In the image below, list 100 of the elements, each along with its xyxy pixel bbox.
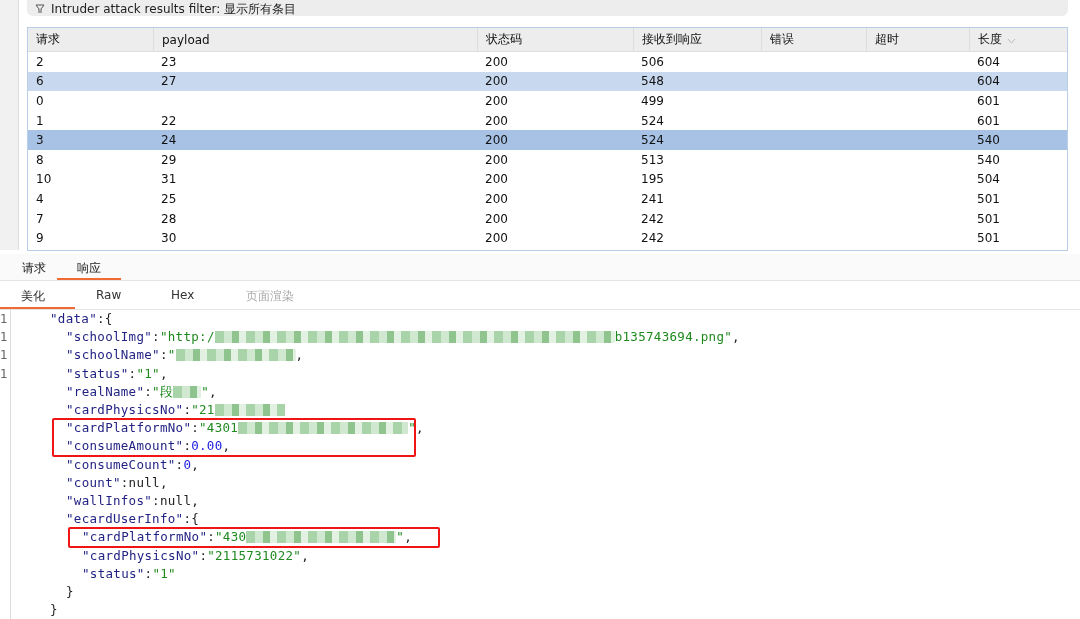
json-string: " bbox=[408, 421, 416, 436]
tab[interactable]: 请求 bbox=[11, 254, 57, 280]
view-tab[interactable]: Hex bbox=[150, 281, 225, 309]
json-punctuation: : bbox=[199, 548, 208, 563]
table-cell-text: 242 bbox=[640, 211, 665, 226]
column-header[interactable]: 请求 bbox=[28, 28, 153, 51]
table-cell-text: 27 bbox=[160, 74, 178, 89]
json-punctuation: : bbox=[152, 330, 160, 345]
json-punctuation: :null, bbox=[152, 493, 200, 508]
table-cell-text: 7 bbox=[35, 211, 45, 226]
json-key: "count" bbox=[66, 475, 121, 490]
table-cell-text: 501 bbox=[976, 231, 1001, 246]
line-number: 1 bbox=[0, 365, 9, 383]
table-cell-text: 8 bbox=[35, 152, 45, 167]
table-row[interactable]: 0 200 499 601 bbox=[28, 91, 1067, 111]
json-punctuation: , bbox=[295, 348, 304, 363]
json-punctuation: : bbox=[183, 403, 192, 418]
table-cell-text: 3 bbox=[35, 133, 45, 148]
column-header[interactable]: 超时 bbox=[866, 28, 969, 51]
table-cell-text: 540 bbox=[976, 133, 1001, 148]
table-row[interactable]: 9 30 200 242 501 bbox=[28, 228, 1067, 248]
table-cell-text: 31 bbox=[160, 172, 178, 187]
json-key: "cardPhysicsNo" bbox=[82, 548, 200, 563]
json-number: 0 bbox=[183, 457, 192, 472]
table-row[interactable]: 4 25 200 241 501 bbox=[28, 189, 1067, 209]
json-string: "1" bbox=[152, 566, 176, 581]
column-header[interactable]: 长度 bbox=[969, 28, 1067, 51]
table-cell-text: 4 bbox=[35, 191, 45, 206]
table-cell-text: 242 bbox=[640, 231, 665, 246]
table-row[interactable]: 10 31 200 195 504 bbox=[28, 169, 1067, 190]
json-punctuation: : bbox=[159, 348, 168, 363]
pixelated-redaction bbox=[214, 404, 285, 417]
column-header[interactable]: 状态码 bbox=[477, 28, 633, 51]
json-key: "data" bbox=[50, 312, 97, 327]
table-cell-text: 9 bbox=[35, 231, 45, 246]
column-header[interactable]: 接收到响应 bbox=[633, 28, 761, 51]
table-cell-text: 200 bbox=[484, 94, 509, 108]
json-punctuation: , bbox=[159, 366, 168, 381]
json-punctuation: , bbox=[404, 530, 412, 545]
table-cell-text: 501 bbox=[976, 211, 1001, 226]
json-string: "4301 bbox=[199, 421, 239, 436]
json-key: "schoolImg" bbox=[66, 330, 153, 345]
table-cell-text: 548 bbox=[640, 74, 665, 89]
table-cell-text: 601 bbox=[976, 113, 1001, 128]
json-punctuation: :{ bbox=[96, 312, 113, 327]
json-number: 0.00 bbox=[191, 439, 223, 454]
json-punctuation: : bbox=[144, 566, 153, 581]
table-row[interactable]: 1 22 200 524 601 bbox=[28, 110, 1067, 131]
json-punctuation: , bbox=[191, 457, 200, 472]
table-cell-text: 501 bbox=[976, 191, 1001, 206]
table-cell-text: 10 bbox=[35, 172, 53, 187]
table-cell-text: 25 bbox=[160, 191, 178, 206]
json-punctuation: , bbox=[416, 421, 424, 436]
table-cell-text: 23 bbox=[160, 54, 178, 69]
json-string: "http:/ bbox=[159, 330, 215, 345]
column-header[interactable]: payload bbox=[153, 28, 477, 51]
table-cell-text: 28 bbox=[160, 211, 178, 226]
table-cell-text: 524 bbox=[640, 113, 665, 128]
table-cell-text: 200 bbox=[484, 172, 509, 187]
json-key: "realName" bbox=[66, 384, 145, 399]
table-cell-text: 200 bbox=[484, 211, 509, 226]
table-row[interactable]: 3 24 200 524 540 bbox=[28, 130, 1067, 150]
filter-icon bbox=[35, 4, 45, 14]
json-string: "2115731022" bbox=[207, 548, 302, 563]
json-key: "consumeAmount" bbox=[66, 439, 184, 454]
json-punctuation: } bbox=[66, 584, 74, 599]
table-cell-text: 200 bbox=[484, 113, 509, 128]
tab[interactable]: 响应 bbox=[57, 254, 121, 280]
table-cell-text: 200 bbox=[484, 133, 509, 148]
table-cell-text: 200 bbox=[484, 74, 509, 89]
filter-bar[interactable]: Intruder attack results filter: 显示所有条目 bbox=[27, 0, 1068, 16]
table-row[interactable]: 6 27 200 548 604 bbox=[28, 71, 1067, 92]
json-punctuation: : bbox=[207, 530, 216, 545]
table-cell-text: 200 bbox=[484, 54, 509, 69]
json-key: "cardPhysicsNo" bbox=[66, 403, 184, 418]
table-cell-text: 195 bbox=[640, 172, 665, 187]
json-punctuation: :{ bbox=[183, 512, 200, 527]
table-cell-text: 513 bbox=[640, 152, 665, 167]
json-punctuation: :null, bbox=[120, 475, 168, 490]
table-cell-text: 1 bbox=[35, 113, 45, 128]
table-cell-text: 6 bbox=[35, 74, 45, 89]
table-cell-text: 241 bbox=[640, 191, 665, 206]
table-row[interactable]: 8 29 200 513 540 bbox=[28, 149, 1067, 170]
view-tab[interactable]: 美化 bbox=[0, 281, 75, 309]
table-cell-text: 200 bbox=[484, 231, 509, 246]
table-row[interactable]: 7 28 200 242 501 bbox=[28, 208, 1067, 229]
table-cell-text: 506 bbox=[640, 54, 665, 69]
table-cell-text: 30 bbox=[160, 231, 178, 246]
table-cell-text: 604 bbox=[976, 54, 1001, 69]
line-number: 1 bbox=[0, 329, 9, 347]
table-row[interactable]: 2 23 200 506 604 bbox=[28, 52, 1067, 72]
json-string: " bbox=[201, 384, 210, 399]
json-key: "schoolName" bbox=[66, 348, 160, 363]
json-key: "wallInfos" bbox=[66, 493, 153, 508]
filter-label: Intruder attack results filter: 显示所有条目 bbox=[51, 2, 297, 16]
json-punctuation: , bbox=[732, 330, 740, 345]
json-punctuation: : bbox=[128, 366, 137, 381]
column-header[interactable]: 错误 bbox=[761, 28, 866, 51]
json-punctuation: : bbox=[191, 421, 200, 436]
view-tab[interactable]: Raw bbox=[75, 281, 150, 309]
